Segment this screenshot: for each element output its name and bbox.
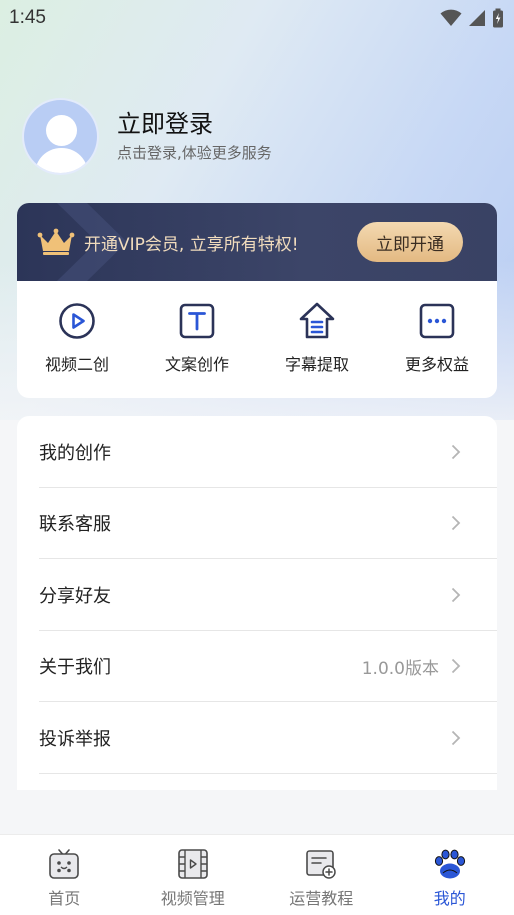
menu-item-my-creations[interactable]: 我的创作	[17, 416, 497, 488]
feature-label: 更多权益	[404, 355, 469, 374]
chevron-right-icon	[451, 730, 461, 745]
tab-mine[interactable]: 我的	[386, 835, 514, 915]
text-icon	[179, 303, 215, 339]
status-icons	[440, 8, 504, 28]
status-time: 1:45	[9, 7, 46, 28]
tutorial-icon	[306, 850, 336, 879]
vip-banner[interactable]: 开通VIP会员, 立享所有特权! 立即开通	[17, 203, 497, 281]
tab-video-manage[interactable]: 视频管理	[129, 835, 258, 915]
feature-subtitle-extract[interactable]: 字幕提取	[257, 301, 377, 398]
more-dots-icon	[419, 303, 455, 339]
tab-label: 运营教程	[289, 889, 354, 908]
tab-label: 视频管理	[160, 889, 225, 908]
feature-label: 视频二创	[44, 355, 109, 374]
avatar-body	[35, 147, 88, 173]
chevron-right-icon	[451, 659, 461, 674]
profile-login-area[interactable]: 立即登录 点击登录,体验更多服务	[22, 96, 492, 176]
chevron-right-icon	[451, 444, 461, 459]
chevron-right-icon	[451, 587, 461, 602]
bottom-tab-bar: 首页 视频管理 运营教程 我的	[0, 834, 514, 915]
signal-icon	[469, 10, 485, 26]
menu-item-label: 联系客服	[39, 514, 111, 536]
version-text: 1.0.0版本	[361, 658, 439, 679]
subtitle-extract-icon	[299, 302, 335, 339]
avatar-head	[46, 114, 77, 146]
menu-item-contact-support[interactable]: 联系客服	[17, 488, 497, 560]
play-circle-icon	[59, 303, 95, 339]
menu-item-about-us[interactable]: 关于我们 1.0.0版本	[17, 631, 497, 703]
chevron-right-icon	[451, 516, 461, 531]
menu-list: 我的创作 联系客服 分享好友 关于我们 1.0.0版本 投诉举报	[17, 416, 497, 790]
profile-text: 立即登录 点击登录,体验更多服务	[117, 109, 272, 163]
feature-label: 字幕提取	[284, 355, 349, 374]
feature-more-benefits[interactable]: 更多权益	[377, 301, 497, 398]
menu-item-label: 分享好友	[39, 585, 111, 607]
menu-item-label: 我的创作	[39, 442, 111, 464]
activate-vip-button[interactable]: 立即开通	[357, 222, 463, 262]
status-bar: 1:45	[0, 0, 514, 36]
menu-item-share-friends[interactable]: 分享好友	[17, 559, 497, 631]
crown-icon	[37, 228, 75, 255]
tab-label: 首页	[48, 889, 81, 908]
menu-item-report[interactable]: 投诉举报	[17, 702, 497, 774]
feature-copywriting[interactable]: 文案创作	[137, 301, 257, 398]
tab-tutorials[interactable]: 运营教程	[257, 835, 386, 915]
avatar[interactable]	[22, 97, 99, 175]
vip-promo-text: 开通VIP会员, 立享所有特权!	[84, 234, 299, 255]
home-tv-icon	[49, 849, 80, 879]
film-icon	[177, 849, 208, 879]
battery-icon	[493, 8, 503, 28]
tab-label: 我的	[433, 889, 466, 908]
tab-home[interactable]: 首页	[0, 835, 129, 915]
vip-card: 开通VIP会员, 立享所有特权! 立即开通 视频二创 文案创作 字幕提取 更多权…	[17, 203, 497, 398]
menu-item-label: 关于我们	[39, 657, 111, 679]
login-subtitle: 点击登录,体验更多服务	[117, 144, 272, 162]
features-row: 视频二创 文案创作 字幕提取 更多权益	[17, 281, 497, 398]
paw-icon	[434, 849, 465, 879]
wifi-icon	[440, 9, 462, 26]
menu-item-label: 投诉举报	[39, 728, 111, 750]
feature-video-remix[interactable]: 视频二创	[17, 301, 137, 398]
login-title[interactable]: 立即登录	[117, 109, 272, 139]
feature-label: 文案创作	[164, 355, 229, 374]
